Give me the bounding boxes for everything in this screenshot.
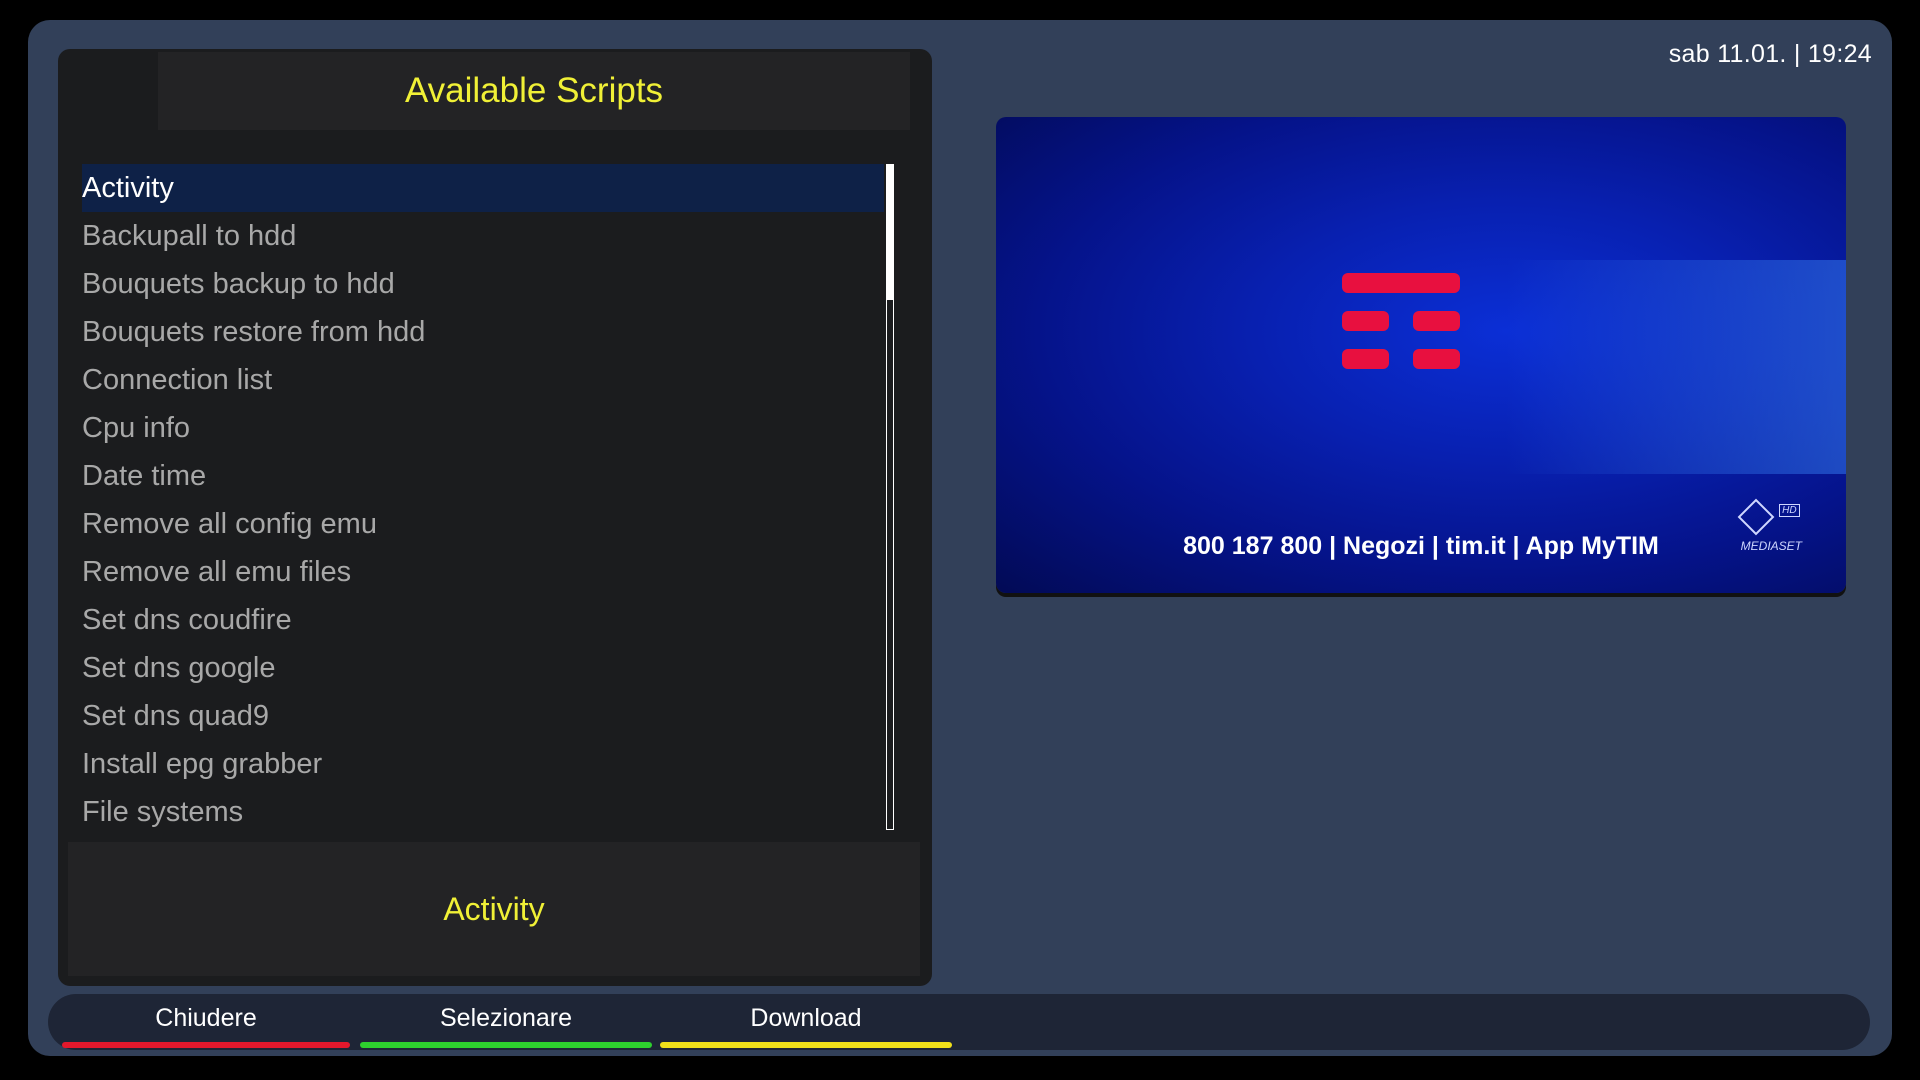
close-button-label: Chiudere <box>155 1004 257 1032</box>
script-description: Activity <box>68 842 920 976</box>
tim-logo-bar-top <box>1342 273 1460 293</box>
green-key-bar <box>360 1042 652 1048</box>
hd-badge: HD <box>1779 504 1800 517</box>
list-item[interactable]: Activity <box>82 164 884 212</box>
list-item[interactable]: Set dns coudfire <box>82 596 884 644</box>
tim-logo-bar-bottom-left <box>1342 349 1389 369</box>
scrollbar-thumb[interactable] <box>887 165 893 300</box>
red-key-bar <box>62 1042 350 1048</box>
scripts-list: Activity Backupall to hdd Bouquets backu… <box>82 164 884 834</box>
clock: sab 11.01. | 19:24 <box>1668 40 1872 68</box>
list-item[interactable]: File systems <box>82 788 884 836</box>
select-button[interactable]: Selezionare <box>360 994 652 1050</box>
channel-logo-text: MEDIASET <box>1740 539 1802 553</box>
list-item[interactable]: Cpu info <box>82 404 884 452</box>
list-item[interactable]: Remove all emu files <box>82 548 884 596</box>
mediaset-diamond-icon <box>1737 498 1775 536</box>
list-item[interactable]: Set dns quad9 <box>82 692 884 740</box>
footer-bar: Chiudere Selezionare Download <box>48 994 1870 1050</box>
list-item[interactable]: Remove all config emu <box>82 500 884 548</box>
download-button-label: Download <box>750 1004 862 1032</box>
promo-text: 800 187 800 | Negozi | tim.it | App MyTI… <box>1183 532 1659 560</box>
panel-title: Available Scripts <box>158 52 910 130</box>
tim-logo-bar-mid-left <box>1342 311 1389 331</box>
list-item[interactable]: Bouquets restore from hdd <box>82 308 884 356</box>
list-item[interactable]: Connection list <box>82 356 884 404</box>
list-item[interactable]: Install epg grabber <box>82 740 884 788</box>
select-button-label: Selezionare <box>439 1004 573 1032</box>
list-item[interactable]: Backupall to hdd <box>82 212 884 260</box>
list-scrollbar[interactable] <box>886 164 894 830</box>
close-button[interactable]: Chiudere <box>62 994 350 1050</box>
tim-logo-bar-bottom-right <box>1413 349 1460 369</box>
tim-logo-bar-mid-right <box>1413 311 1460 331</box>
yellow-key-bar <box>660 1042 952 1048</box>
download-button[interactable]: Download <box>660 994 952 1050</box>
list-item[interactable]: Date time <box>82 452 884 500</box>
tv-preview: 800 187 800 | Negozi | tim.it | App MyTI… <box>996 117 1846 593</box>
list-item[interactable]: Bouquets backup to hdd <box>82 260 884 308</box>
list-item[interactable]: Set dns google <box>82 644 884 692</box>
channel-logo: HD MEDIASET <box>1737 498 1802 553</box>
